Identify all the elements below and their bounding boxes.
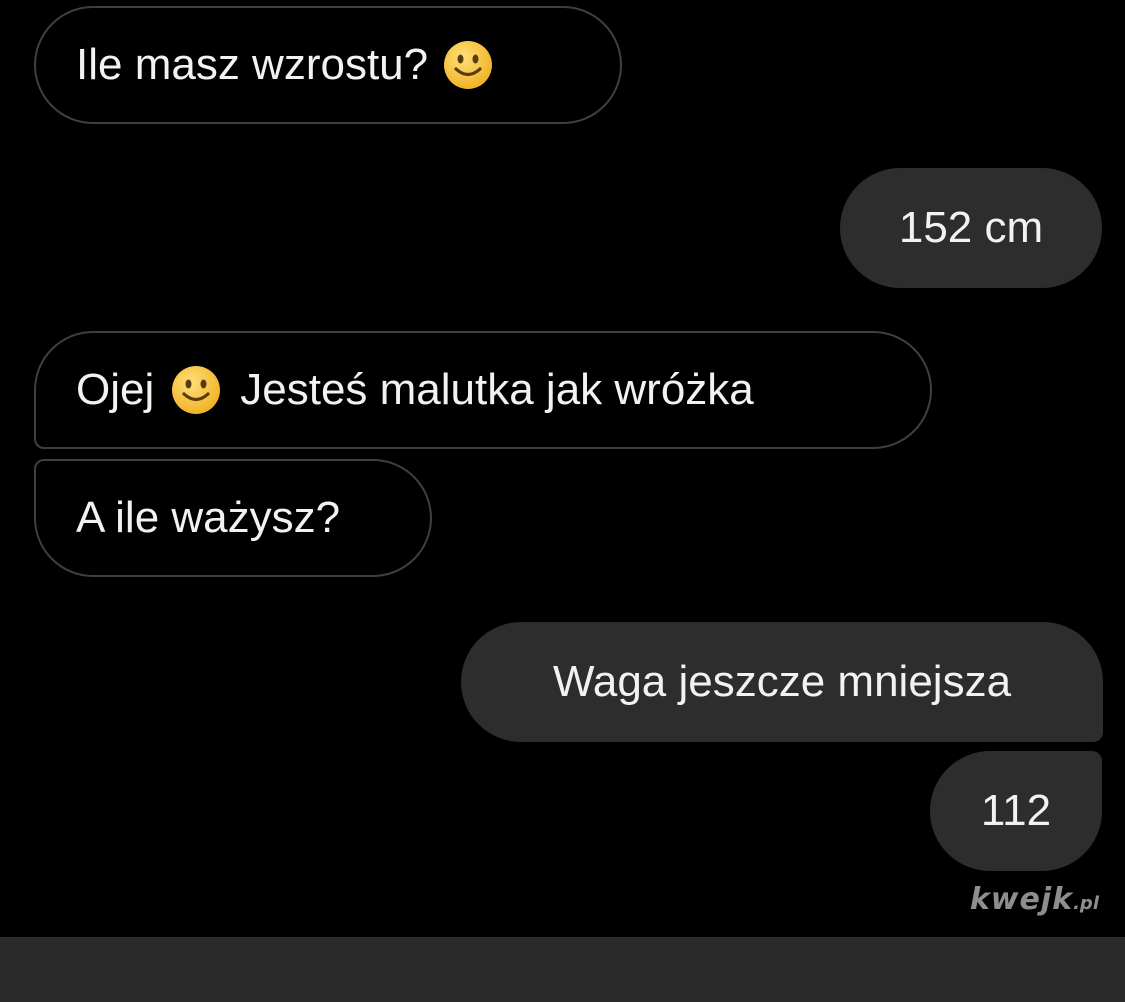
message-bubble-outgoing[interactable]: 152 cm <box>840 168 1102 288</box>
message-text: Ojej <box>76 365 155 414</box>
message-bubble-incoming[interactable]: A ile ważysz? <box>34 459 432 577</box>
slightly-smiling-face-icon <box>442 39 494 91</box>
message-text: 152 cm <box>898 203 1044 252</box>
message-text: Waga jeszcze mniejsza <box>552 657 1012 706</box>
slightly-smiling-face-icon <box>170 364 222 416</box>
watermark-tld: .pl <box>1073 893 1099 914</box>
message-text: Jesteś malutka jak wróżka <box>240 365 754 414</box>
message-text: 112 <box>980 786 1052 835</box>
message-bubble-outgoing[interactable]: Waga jeszcze mniejsza <box>461 622 1103 742</box>
message-text: A ile ważysz? <box>76 493 341 542</box>
message-bubble-outgoing[interactable]: 112 <box>930 751 1102 871</box>
bottom-bar <box>0 937 1125 1002</box>
watermark-brand: kwejk <box>969 882 1074 917</box>
chat-thread: Ile masz wzrostu? 152 cm Ojej Jesteś mal… <box>0 0 1125 937</box>
kwejk-watermark: kwejk.pl <box>970 882 1099 917</box>
message-bubble-incoming[interactable]: Ojej Jesteś malutka jak wróżka <box>34 331 932 449</box>
message-bubble-incoming[interactable]: Ile masz wzrostu? <box>34 6 622 124</box>
message-text: Ile masz wzrostu? <box>76 40 429 89</box>
